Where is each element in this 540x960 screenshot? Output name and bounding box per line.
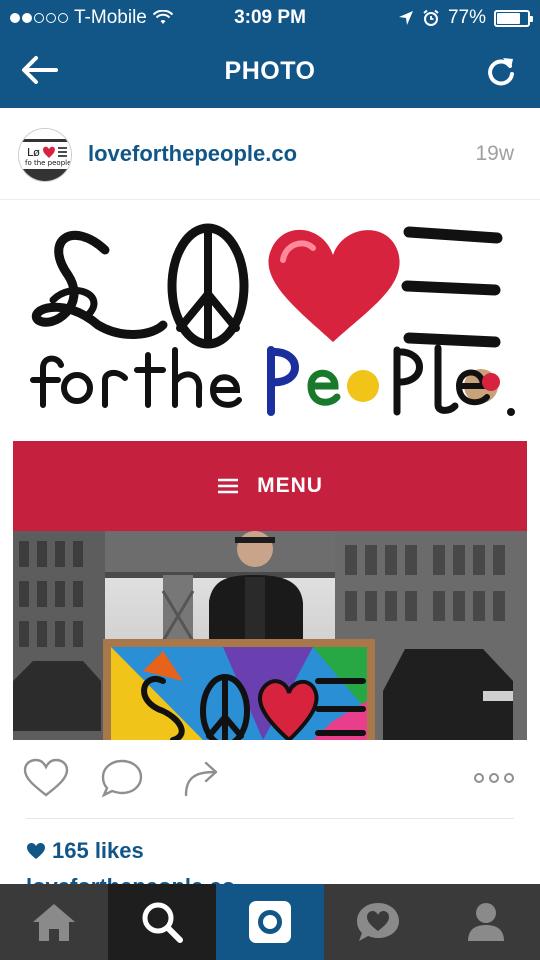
tab-bar [0,884,540,960]
refresh-icon [488,58,514,86]
post-age: 19w [475,142,514,165]
more-dots-icon [474,773,514,783]
street-scene-image [13,531,527,740]
avatar[interactable]: Lø fo the people [18,128,72,182]
like-button[interactable] [22,756,70,800]
heart-outline-icon [23,758,69,797]
avatar-logo-icon: Lø fo the people [19,129,71,181]
likes-count[interactable]: 165 likes [26,838,144,864]
camera-icon [249,901,291,943]
share-button[interactable] [178,756,226,800]
refresh-button[interactable] [478,50,524,94]
street-photo-icon [13,531,527,740]
home-icon [33,904,75,941]
more-options-button[interactable] [470,756,518,800]
svg-text:fo the people: fo the people [25,159,71,167]
status-bar: T-Mobile 3:09 PM 77% [0,0,540,36]
menu-label: MENU [257,474,323,497]
love-logo [13,200,527,440]
tab-profile[interactable] [432,884,540,960]
tab-search[interactable] [108,884,216,960]
search-icon [142,902,183,943]
status-right: 77% [398,7,533,29]
post-actions [0,740,540,818]
page-title: PHOTO [224,57,316,85]
alarm-icon [423,9,439,26]
battery-percent: 77% [447,7,486,28]
comment-button[interactable] [98,756,146,800]
comment-bubble-icon [101,759,143,798]
hamburger-icon [218,478,239,494]
actions-divider [26,818,514,819]
menu-bar: MENU [13,441,527,531]
post-header: Lø fo the people loveforthepeople.co 19w [0,108,540,200]
love-for-the-people-logo-icon [30,223,515,416]
likes-label: 165 likes [52,838,144,863]
share-arrow-icon [184,761,218,797]
post-username[interactable]: loveforthepeople.co [88,141,297,167]
profile-icon [468,903,504,941]
tab-camera[interactable] [216,884,324,960]
location-icon [398,11,413,25]
tab-activity[interactable] [324,884,432,960]
heart-filled-icon [27,843,45,859]
battery-icon [494,9,533,27]
top-bar: T-Mobile 3:09 PM 77% PHOTO [0,0,540,108]
tab-home[interactable] [0,884,108,960]
post-photo[interactable]: MENU [13,200,527,740]
svg-text:Lø: Lø [27,146,40,159]
activity-heart-icon [357,903,399,941]
instagram-photo-screen: T-Mobile 3:09 PM 77% PHOTO Lø fo the peo… [0,0,540,960]
